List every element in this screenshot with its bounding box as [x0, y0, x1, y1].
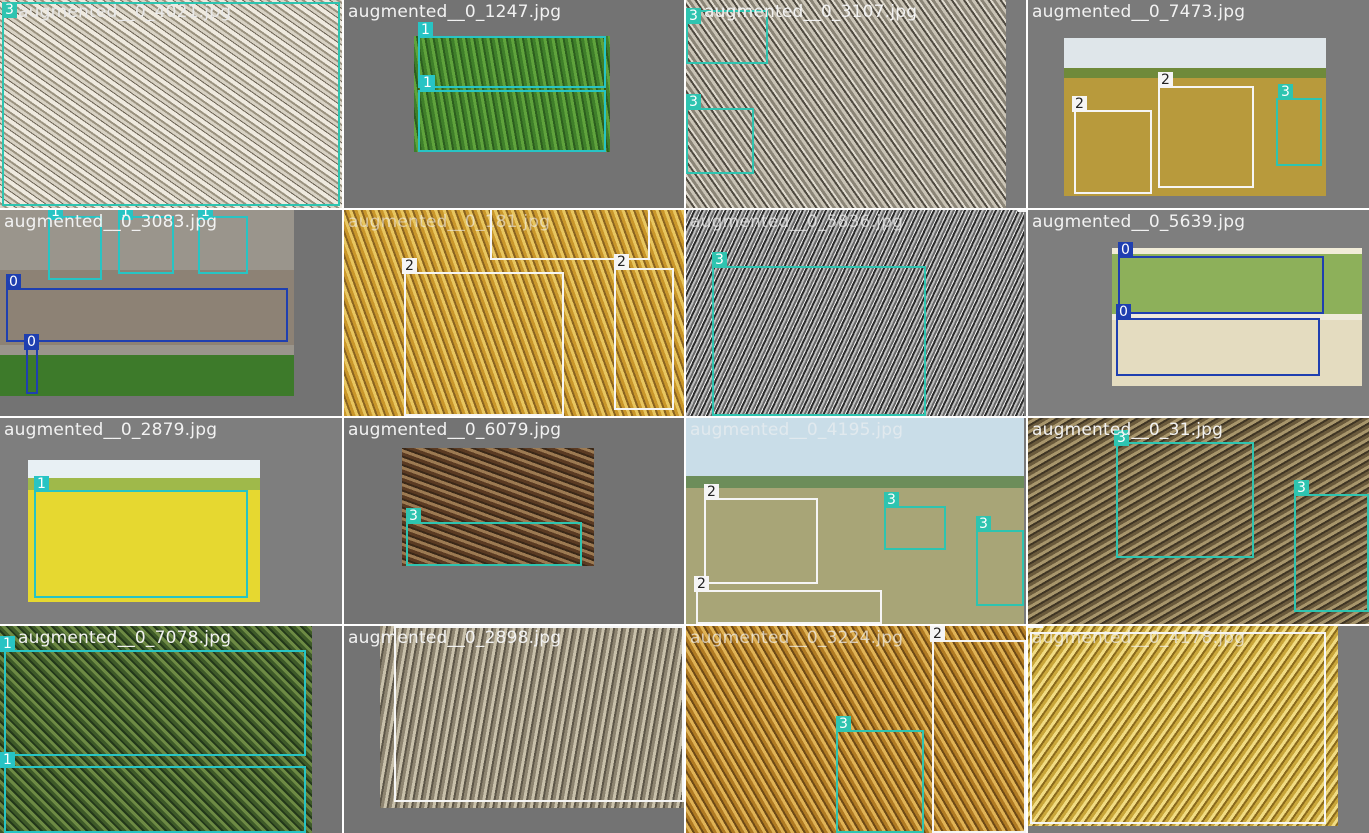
bbox-class-3 — [884, 506, 946, 550]
tile-filename: augmented__0_7473.jpg — [1032, 2, 1246, 22]
class-label: 1 — [118, 210, 133, 220]
bbox-class-1 — [4, 766, 306, 833]
class-label: 3 — [406, 508, 421, 524]
class-label: 1 — [48, 210, 63, 220]
class-label: 3 — [1278, 84, 1293, 100]
class-label: 0 — [6, 274, 21, 290]
class-label: 2 — [402, 258, 417, 274]
class-label: 2 — [694, 576, 709, 592]
class-label: 1 — [418, 22, 433, 38]
class-label: 0 — [1116, 304, 1131, 320]
tile-16[interactable]: 2 augmented__0_4178.jpg — [1028, 626, 1369, 833]
tile-13[interactable]: 1 1 augmented__0_7078.jpg — [0, 626, 342, 833]
class-label: 2 — [1158, 72, 1173, 88]
bbox-class-2 — [1158, 86, 1254, 188]
tile-5[interactable]: 1 1 1 0 0 augmented__0_3083.jpg — [0, 210, 342, 416]
bbox-class-1 — [418, 36, 606, 88]
tile-7[interactable]: 3 2 augmented__0_5836.jpg — [686, 210, 1026, 416]
bbox-class-3 — [686, 108, 754, 174]
bbox-class-2 — [614, 268, 674, 410]
class-label: 0 — [1118, 242, 1133, 258]
bbox-class-1 — [34, 490, 248, 598]
bbox-class-3 — [406, 522, 582, 566]
bbox-class-1 — [418, 90, 606, 152]
class-label: 2 — [614, 254, 629, 270]
tile-4[interactable]: 2 2 3 augmented__0_7473.jpg — [1028, 0, 1369, 208]
tile-filename: augmented__0_1247.jpg — [348, 2, 562, 22]
bbox-class-3 — [712, 266, 926, 416]
class-label: 3 — [712, 252, 727, 268]
tile-10[interactable]: 3 augmented__0_6079.jpg — [344, 418, 684, 624]
tile-15[interactable]: 2 3 augmented__0_3224.jpg — [686, 626, 1026, 833]
bbox-class-2 — [696, 590, 882, 624]
class-label: 3 — [884, 492, 899, 508]
tile-filename: augmented__0_2879.jpg — [4, 420, 218, 440]
tile-3[interactable]: 3 3 augmented__0_3107.jpg — [686, 0, 1026, 208]
tile-filename: augmented__0_6079.jpg — [348, 420, 562, 440]
tile-2[interactable]: 1 1 augmented__0_1247.jpg — [344, 0, 684, 208]
bbox-class-2 — [490, 210, 650, 260]
class-label: 2 — [1018, 210, 1026, 212]
bbox-class-0 — [6, 288, 288, 342]
class-label: 3 — [686, 8, 701, 24]
class-label: 3 — [976, 516, 991, 532]
class-label: 3 — [686, 94, 701, 110]
tile-11[interactable]: 2 3 3 2 augmented__0_4195.jpg — [686, 418, 1026, 624]
bbox-class-3 — [2, 2, 340, 206]
class-label: 1 — [0, 752, 15, 768]
bbox-class-1 — [4, 650, 306, 756]
tile-6[interactable]: 2 2 2 augmented__0_181.jpg — [344, 210, 684, 416]
bbox-class-3 — [836, 730, 924, 833]
class-label: 1 — [34, 476, 49, 492]
class-label: 2 — [1028, 626, 1043, 628]
bbox-class-1 — [118, 216, 174, 274]
tile-12[interactable]: 3 3 augmented__0_31.jpg — [1028, 418, 1369, 624]
bbox-class-3 — [976, 530, 1024, 606]
image-grid: 3 augmented__0_4021.jpg 1 1 augmented__0… — [0, 0, 1369, 833]
class-label: 2 — [930, 626, 945, 642]
bbox-class-2 — [1074, 110, 1152, 194]
bbox-class-2 — [404, 272, 564, 416]
bbox-class-2 — [1030, 632, 1326, 824]
bbox-class-2 — [394, 626, 684, 802]
bbox-class-2 — [704, 498, 818, 584]
class-label: 2 — [394, 626, 409, 628]
bbox-class-3 — [1116, 442, 1254, 558]
bbox-class-1 — [198, 216, 248, 274]
bbox-class-0 — [26, 348, 38, 394]
bbox-class-0 — [1118, 256, 1324, 314]
bbox-class-1 — [48, 216, 102, 280]
tile-9[interactable]: 1 augmented__0_2879.jpg — [0, 418, 342, 624]
class-label: 3 — [1294, 480, 1309, 496]
class-label: 3 — [1114, 430, 1129, 446]
class-label: 2 — [704, 484, 719, 500]
bbox-class-0 — [1116, 318, 1320, 376]
class-label: 1 — [0, 636, 15, 652]
bbox-class-2 — [932, 640, 1026, 833]
bbox-class-3 — [1276, 98, 1322, 166]
tile-filename: augmented__0_5639.jpg — [1032, 212, 1246, 232]
class-label: 2 — [1072, 96, 1087, 112]
bbox-class-3 — [1294, 494, 1369, 612]
tile-14[interactable]: 2 augmented__0_2898.jpg — [344, 626, 684, 833]
tile-8[interactable]: 0 0 augmented__0_5639.jpg — [1028, 210, 1369, 416]
class-label: 3 — [836, 716, 851, 732]
class-label: 3 — [2, 2, 17, 18]
class-label: 1 — [198, 210, 213, 220]
class-label: 1 — [420, 75, 435, 91]
class-label: 0 — [24, 334, 39, 350]
tile-1[interactable]: 3 augmented__0_4021.jpg — [0, 0, 342, 208]
